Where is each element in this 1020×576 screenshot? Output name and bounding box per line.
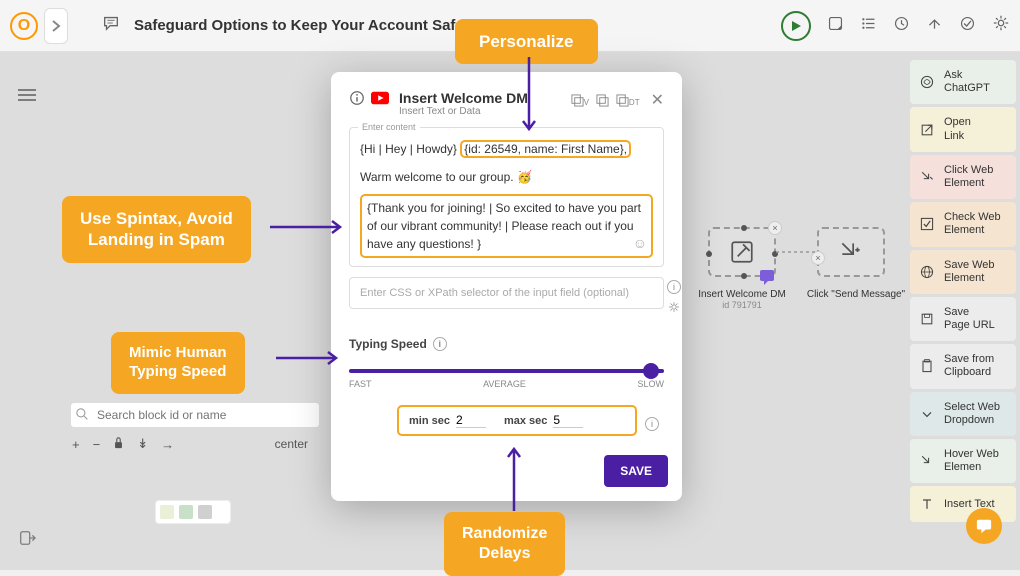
comment-icon[interactable]: [102, 14, 120, 37]
delay-info-icon[interactable]: i: [645, 417, 659, 431]
hover-icon: [918, 452, 936, 470]
sidebar-item-link[interactable]: Open Link: [910, 107, 1016, 151]
node-label-b: Click "Send Message": [806, 289, 906, 300]
speed-slider-thumb[interactable]: [643, 363, 659, 379]
save-button[interactable]: SAVE: [604, 455, 668, 487]
drop-icon: [918, 405, 936, 423]
callout-delays: Randomize Delays: [444, 512, 565, 576]
node-label-a: Insert Welcome DM id 791791: [697, 289, 787, 310]
sidebar-item-hover[interactable]: Hover Web Elemen: [910, 439, 1016, 483]
verify-icon[interactable]: [959, 15, 976, 37]
insert-text-modal: Insert Welcome DM Insert Text or Data V …: [331, 72, 682, 501]
remove-button[interactable]: −: [91, 437, 103, 452]
note-icon[interactable]: [827, 15, 844, 37]
sidebar-item-gpt[interactable]: Ask ChatGPT: [910, 60, 1016, 104]
gpt-icon: [918, 73, 936, 91]
center-button[interactable]: center: [273, 437, 310, 451]
click-icon: [918, 168, 936, 186]
action-sidebar: Ask ChatGPTOpen LinkClick Web ElementChe…: [910, 60, 1016, 522]
chevron-right-button[interactable]: [44, 8, 68, 44]
delay-range: min sec max sec i: [397, 405, 637, 436]
selector-info-icon[interactable]: i: [667, 280, 681, 294]
sidebar-item-globe[interactable]: Save Web Element: [910, 250, 1016, 294]
variable-pill[interactable]: {id: 26549, name: First Name},: [460, 140, 631, 158]
node-close-a[interactable]: ×: [768, 221, 782, 235]
check-icon: [918, 215, 936, 233]
save-icon: [918, 310, 936, 328]
close-icon[interactable]: ✕: [651, 90, 664, 110]
list-icon[interactable]: [860, 15, 877, 37]
sidebar-item-check[interactable]: Check Web Element: [910, 202, 1016, 246]
copy-v-button[interactable]: V: [571, 93, 589, 107]
search-icon: [76, 408, 89, 421]
globe-icon: [918, 263, 936, 281]
sidebar-item-clip[interactable]: Save from Clipboard: [910, 344, 1016, 388]
copy-dt-button[interactable]: DT: [616, 93, 640, 107]
play-button[interactable]: [781, 11, 811, 41]
link-icon: [918, 121, 936, 139]
content-textarea[interactable]: Enter content {Hi | Hey | Howdy} {id: 26…: [349, 127, 664, 267]
modal-title: Insert Welcome DM: [399, 90, 528, 106]
modal-subtitle: Insert Text or Data: [399, 106, 528, 117]
emoji-picker-icon[interactable]: ☺: [633, 233, 647, 254]
history-icon[interactable]: [893, 15, 910, 37]
app-logo: O: [10, 12, 38, 40]
info-icon[interactable]: [349, 90, 365, 111]
sidebar-item-click[interactable]: Click Web Element: [910, 155, 1016, 199]
color-palette[interactable]: [155, 500, 231, 524]
add-button[interactable]: +: [70, 437, 82, 452]
canvas-node-send-message[interactable]: ×: [817, 227, 885, 277]
sidebar-item-save[interactable]: Save Page URL: [910, 297, 1016, 341]
typing-speed-label: Typing Speed: [349, 337, 427, 351]
callout-typing: Mimic Human Typing Speed: [111, 332, 245, 394]
min-sec-input[interactable]: [456, 413, 486, 428]
page-title: Safeguard Options to Keep Your Account S…: [134, 17, 464, 34]
selector-input[interactable]: Enter CSS or XPath selector of the input…: [349, 277, 664, 309]
chat-small-icon: [760, 270, 776, 286]
text-icon: [918, 495, 936, 513]
clip-icon: [918, 357, 936, 375]
chat-fab[interactable]: [966, 508, 1002, 544]
search-input[interactable]: [70, 402, 320, 428]
arrow-down-icon[interactable]: ↡: [135, 436, 150, 452]
typing-info-icon[interactable]: i: [433, 337, 447, 351]
sidebar-item-drop[interactable]: Select Web Dropdown: [910, 392, 1016, 436]
selector-gear-icon[interactable]: [667, 300, 681, 317]
lock-icon[interactable]: [111, 437, 126, 452]
speed-slider[interactable]: [349, 369, 664, 373]
share-icon[interactable]: [926, 15, 943, 37]
arrow-right-icon[interactable]: →: [159, 437, 176, 452]
callout-spintax: Use Spintax, Avoid Landing in Spam: [62, 196, 251, 263]
content-label: Enter content: [358, 121, 420, 135]
max-sec-input[interactable]: [553, 413, 583, 428]
youtube-icon[interactable]: [371, 91, 389, 110]
gear-icon[interactable]: [992, 14, 1010, 37]
copy-button[interactable]: [596, 94, 609, 107]
